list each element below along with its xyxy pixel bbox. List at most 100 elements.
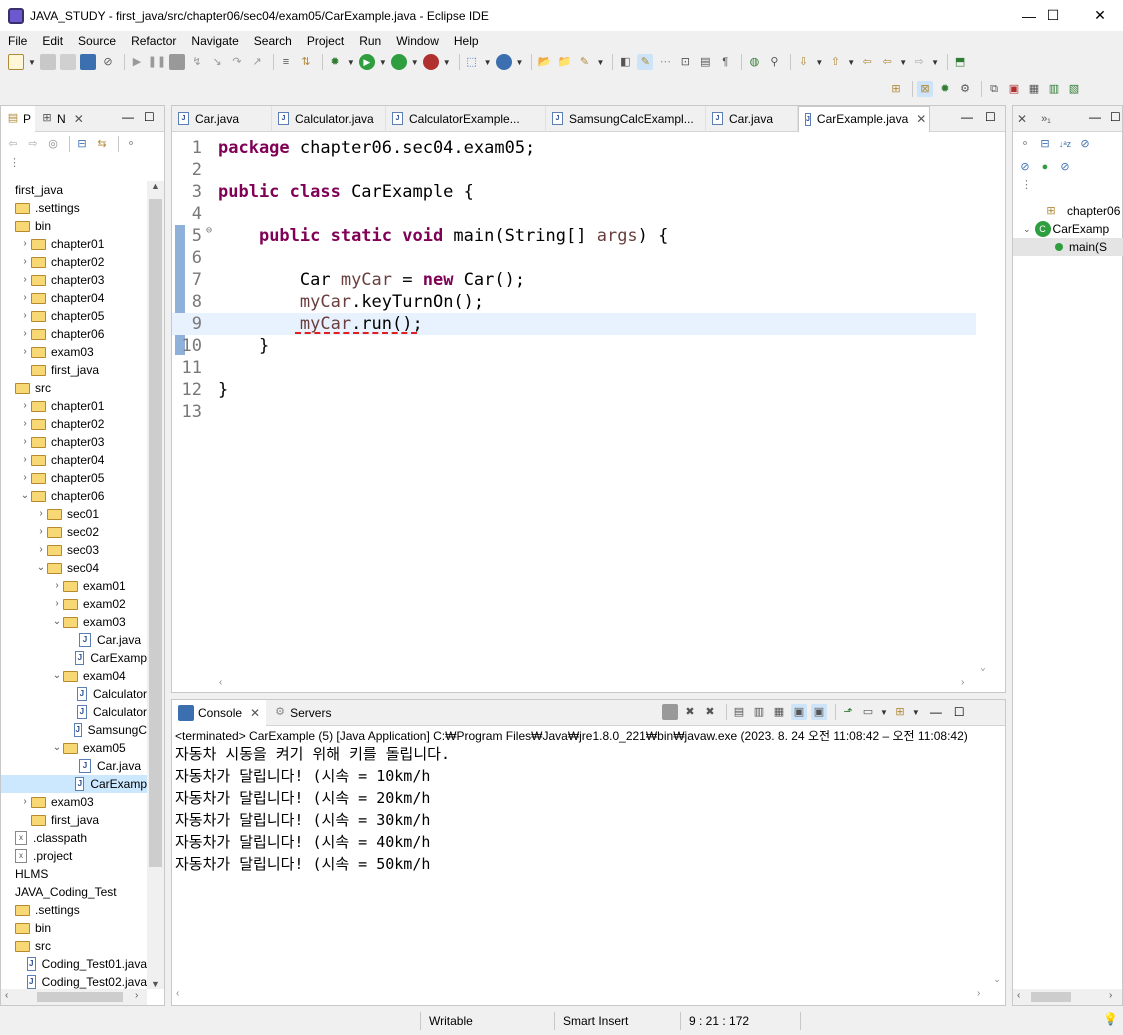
- collapse-all-icon[interactable]: ⊟: [1037, 136, 1053, 152]
- forward-icon[interactable]: ⇨: [25, 136, 41, 152]
- close-icon[interactable]: ✕: [1017, 112, 1027, 126]
- hide-local-types-icon[interactable]: ⊘: [1057, 159, 1073, 175]
- editor-tab[interactable]: J CalculatorExample...: [386, 105, 546, 132]
- code-line[interactable]: 10 }: [172, 335, 977, 357]
- save-icon[interactable]: [39, 54, 56, 70]
- tree-item[interactable]: JAVA_Coding_Test: [1, 883, 147, 901]
- suspend-icon[interactable]: ❚❚: [148, 54, 166, 70]
- next-annotation-icon[interactable]: ⇩: [795, 54, 811, 70]
- open-console-icon[interactable]: ⊞: [892, 704, 908, 720]
- code-line[interactable]: 13: [172, 401, 977, 423]
- explorer-hscrollbar[interactable]: ‹ ›: [1, 989, 147, 1005]
- block-selection-icon[interactable]: ⊡: [677, 54, 693, 70]
- tree-item[interactable]: › chapter05: [1, 469, 147, 487]
- maximize-view-icon[interactable]: ☐: [954, 705, 965, 719]
- code-line[interactable]: 8 myCar.keyTurnOn();: [172, 291, 977, 313]
- tree-item[interactable]: › sec02: [1, 523, 147, 541]
- open-perspective-icon[interactable]: ⬒: [952, 54, 968, 70]
- tree-item[interactable]: › chapter06: [1, 325, 147, 343]
- tree-item[interactable]: first_java: [1, 361, 147, 379]
- tree-item[interactable]: ⌄ chapter06: [1, 487, 147, 505]
- code-line[interactable]: 1 package chapter06.sec04.exam05;: [172, 137, 977, 159]
- previous-annotation-icon[interactable]: ⇧: [827, 54, 843, 70]
- new-java-project-icon[interactable]: ⬚: [464, 54, 480, 70]
- back-icon[interactable]: ⇦: [5, 136, 21, 152]
- code-line[interactable]: 2: [172, 159, 977, 181]
- menu-help[interactable]: Help: [446, 34, 486, 48]
- use-step-filters-icon[interactable]: ≡: [278, 54, 294, 70]
- skip-breakpoints-icon[interactable]: ⊘: [100, 54, 116, 70]
- display-console-icon[interactable]: ▭: [860, 704, 876, 720]
- debug-perspective-icon[interactable]: ✹: [937, 81, 953, 97]
- disconnect-icon[interactable]: ↯: [189, 54, 205, 70]
- tree-item[interactable]: J CarExamp: [1, 649, 147, 667]
- chevron-right-icon[interactable]: ›: [19, 343, 31, 361]
- chevron-right-icon[interactable]: ›: [51, 595, 63, 613]
- library-icon[interactable]: ▥: [1046, 81, 1062, 97]
- scroll-left-icon[interactable]: ‹: [219, 677, 222, 688]
- scroll-down-icon[interactable]: ⌄: [976, 663, 990, 673]
- close-icon[interactable]: ✕: [916, 112, 926, 126]
- tree-item[interactable]: › exam01: [1, 577, 147, 595]
- tree-item[interactable]: .settings: [1, 901, 147, 919]
- word-wrap-icon[interactable]: ▤: [697, 54, 713, 70]
- terminate-icon[interactable]: [168, 54, 185, 70]
- view-menu-icon[interactable]: ⋮: [1013, 178, 1122, 202]
- chevron-right-icon[interactable]: ›: [19, 415, 31, 433]
- git-perspective-icon[interactable]: ⚙: [957, 81, 973, 97]
- tree-item[interactable]: ⌄ exam04: [1, 667, 147, 685]
- resume-icon[interactable]: ▶: [129, 54, 145, 70]
- tree-item[interactable]: J Calculator: [1, 703, 147, 721]
- overflow-tabs-icon[interactable]: »₁: [1041, 113, 1051, 125]
- pin-console-icon[interactable]: ⬏: [840, 704, 856, 720]
- toggle-annotation-icon[interactable]: ◧: [617, 54, 633, 70]
- map-icon[interactable]: ▧: [1066, 81, 1082, 97]
- search-icon[interactable]: ✎: [576, 54, 592, 70]
- code-line[interactable]: 7 Car myCar = new Car();: [172, 269, 977, 291]
- tree-item[interactable]: ⌄ exam05: [1, 739, 147, 757]
- code-editor[interactable]: ⊖ 1 package chapter06.sec04.exam05; 2 3 publ…: [172, 132, 1005, 677]
- tree-item[interactable]: x .project: [1, 847, 147, 865]
- tab-servers[interactable]: ⚙ Servers: [266, 700, 337, 726]
- chevron-right-icon[interactable]: ›: [19, 433, 31, 451]
- filters-icon[interactable]: ⚬: [1017, 136, 1033, 152]
- console-hscrollbar[interactable]: ‹ ›: [172, 988, 990, 1004]
- minimize-view-icon[interactable]: —: [122, 110, 134, 124]
- chevron-right-icon[interactable]: ›: [51, 577, 63, 595]
- explorer-vscrollbar[interactable]: ▲ ▼: [147, 181, 164, 989]
- tree-item[interactable]: src: [1, 379, 147, 397]
- scroll-left-icon[interactable]: ‹: [5, 990, 8, 1001]
- last-edit-icon[interactable]: ⇦: [859, 54, 875, 70]
- close-icon[interactable]: ✕: [74, 112, 84, 126]
- tree-item[interactable]: .settings: [1, 199, 147, 217]
- open-perspective-button-icon[interactable]: ⊞: [888, 81, 904, 97]
- scroll-right-icon[interactable]: ›: [1109, 990, 1112, 1001]
- terminate-icon[interactable]: [662, 704, 678, 720]
- hide-nonpublic-icon[interactable]: ●: [1037, 159, 1053, 175]
- chevron-right-icon[interactable]: ›: [19, 451, 31, 469]
- chevron-right-icon[interactable]: ›: [19, 793, 31, 811]
- chevron-right-icon[interactable]: ›: [19, 235, 31, 253]
- view-menu-icon[interactable]: ⋮: [1, 156, 164, 180]
- code-line[interactable]: 11: [172, 357, 977, 379]
- chevron-right-icon[interactable]: ›: [19, 307, 31, 325]
- menu-source[interactable]: Source: [70, 34, 123, 48]
- coverage-icon[interactable]: [390, 54, 407, 70]
- tree-item[interactable]: bin: [1, 217, 147, 235]
- step-into-icon[interactable]: ↘: [209, 54, 225, 70]
- tree-item[interactable]: › exam03: [1, 793, 147, 811]
- java-ee-perspective-icon[interactable]: ⊠: [917, 81, 933, 97]
- code-line[interactable]: 5 public static void main(String[] args)…: [172, 225, 977, 247]
- editor-vscrollbar[interactable]: ⌄: [976, 132, 990, 677]
- menu-run[interactable]: Run: [351, 34, 388, 48]
- remove-launch-icon[interactable]: ✖: [682, 704, 698, 720]
- tree-item[interactable]: ⌄ exam03: [1, 613, 147, 631]
- editor-tab[interactable]: J Car.java: [172, 105, 272, 132]
- chevron-down-icon[interactable]: ⌄: [19, 487, 31, 505]
- external-tools-icon[interactable]: [422, 54, 439, 70]
- pilcrow-icon[interactable]: ¶: [717, 54, 733, 70]
- tree-item[interactable]: › chapter03: [1, 433, 147, 451]
- editor-hscrollbar[interactable]: ‹ ›: [186, 677, 976, 691]
- tree-item[interactable]: first_java: [1, 811, 147, 829]
- tree-item[interactable]: › sec03: [1, 541, 147, 559]
